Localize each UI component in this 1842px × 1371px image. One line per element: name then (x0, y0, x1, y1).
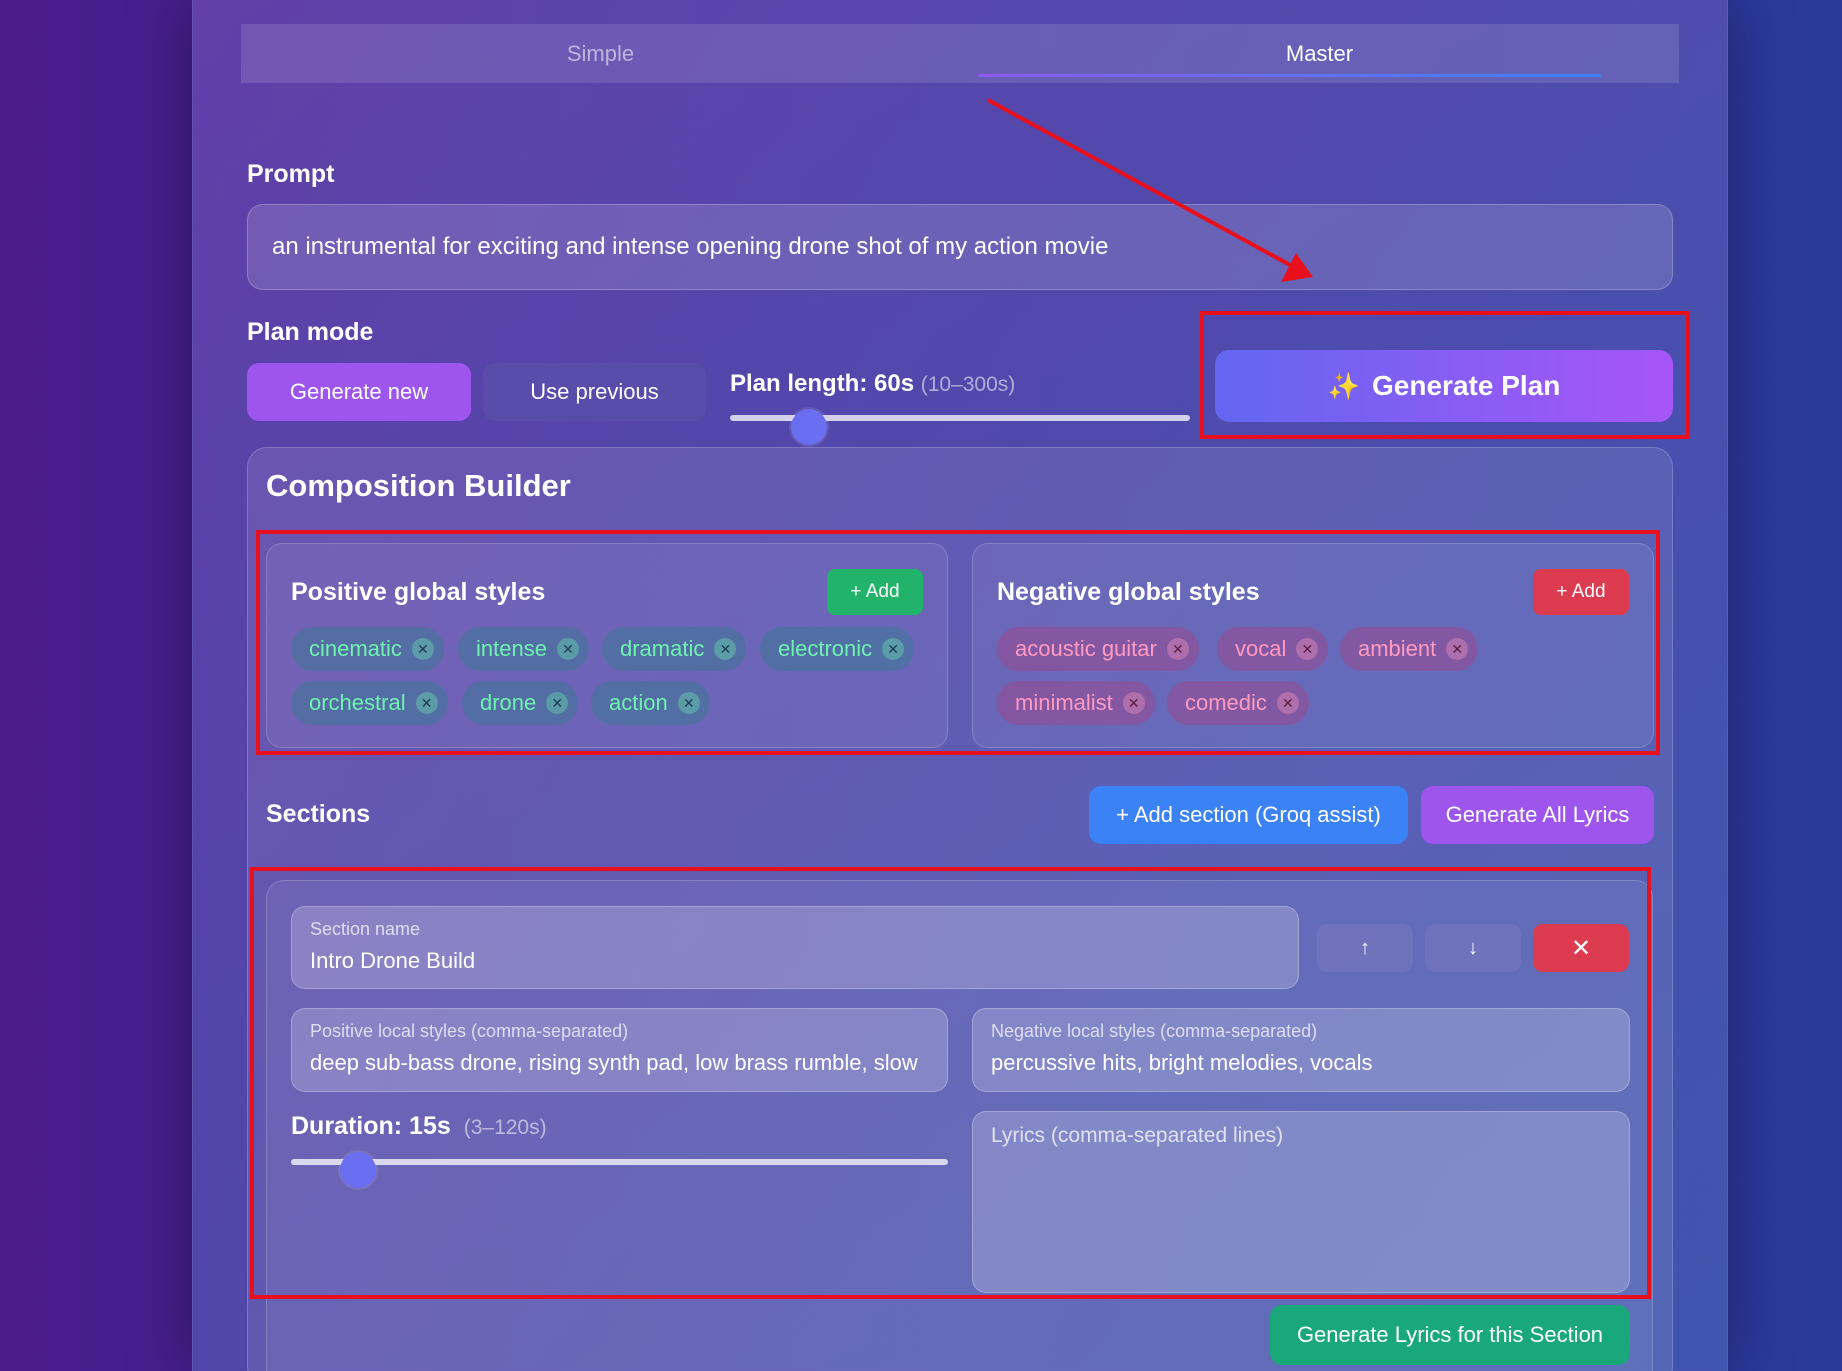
positive-tag: cinematic ✕ (291, 627, 444, 671)
remove-tag-icon[interactable]: ✕ (411, 638, 434, 660)
tag-label: minimalist (1015, 690, 1113, 715)
duration-label: Duration: 15s (3–120s) (291, 1112, 547, 1141)
remove-tag-icon[interactable]: ✕ (556, 638, 579, 660)
duration-value: Duration: 15s (291, 1112, 451, 1140)
close-icon: ✕ (1570, 934, 1592, 962)
positive-tag: electronic ✕ (760, 627, 915, 671)
negative-tag: comedic ✕ (1167, 681, 1309, 725)
tab-simple[interactable]: Simple (241, 24, 960, 83)
generate-plan-button[interactable]: ✨ Generate Plan (1215, 350, 1673, 422)
delete-section-button[interactable]: ✕ (1533, 924, 1629, 972)
negative-styles-title: Negative global styles (997, 578, 1260, 606)
negative-tag: ambient ✕ (1340, 627, 1479, 671)
plan-length-range: (10–300s) (920, 373, 1016, 396)
negative-tag: acoustic guitar ✕ (997, 627, 1199, 671)
sparkles-icon: ✨ (1327, 370, 1361, 401)
arrow-up-icon: ↑ (1360, 936, 1370, 959)
tag-label: intense (476, 636, 547, 661)
positive-styles-title: Positive global styles (291, 578, 546, 606)
positive-local-styles-field[interactable]: Positive local styles (comma-separated) … (291, 1008, 948, 1092)
prompt-label: Prompt (247, 160, 335, 188)
generate-plan-label: Generate Plan (1372, 370, 1561, 401)
remove-tag-icon[interactable]: ✕ (1122, 692, 1145, 714)
duration-slider[interactable] (291, 1159, 948, 1165)
negative-local-styles-field[interactable]: Negative local styles (comma-separated) … (972, 1008, 1630, 1092)
remove-tag-icon[interactable]: ✕ (714, 638, 737, 660)
tag-label: electronic (778, 636, 873, 661)
add-section-button[interactable]: + Add section (Groq assist) (1089, 786, 1408, 844)
use-previous-button[interactable]: Use previous (483, 363, 706, 421)
tag-label: ambient (1358, 636, 1437, 661)
positive-local-styles-label: Positive local styles (comma-separated) (310, 1021, 629, 1041)
generate-new-button[interactable]: Generate new (247, 363, 471, 421)
tag-label: comedic (1185, 690, 1267, 715)
plan-length-label: Plan length: 60s (10–300s) (730, 370, 1015, 398)
positive-tag: action ✕ (591, 681, 710, 725)
plan-mode-label: Plan mode (247, 318, 374, 346)
positive-tag: intense ✕ (458, 627, 589, 671)
tag-label: action (609, 690, 668, 715)
prompt-input[interactable]: an instrumental for exciting and intense… (247, 204, 1673, 290)
add-positive-style-button[interactable]: + Add (827, 569, 923, 615)
negative-local-styles-value: percussive hits, bright melodies, vocals (991, 1050, 1373, 1075)
sections-label: Sections (266, 800, 371, 828)
arrow-down-icon: ↓ (1468, 936, 1478, 959)
remove-tag-icon[interactable]: ✕ (1446, 638, 1469, 660)
lyrics-placeholder: Lyrics (comma-separated lines) (991, 1124, 1284, 1147)
negative-tag: minimalist ✕ (997, 681, 1155, 725)
tag-label: cinematic (309, 636, 402, 661)
move-up-button[interactable]: ↑ (1317, 924, 1413, 972)
lyrics-textarea[interactable]: Lyrics (comma-separated lines) (972, 1111, 1630, 1293)
positive-tag: orchestral ✕ (291, 681, 448, 725)
remove-tag-icon[interactable]: ✕ (415, 692, 438, 714)
remove-tag-icon[interactable]: ✕ (546, 692, 569, 714)
generate-all-lyrics-button[interactable]: Generate All Lyrics (1421, 786, 1654, 844)
section-name-field[interactable]: Section name Intro Drone Build (291, 906, 1299, 989)
tab-master[interactable]: Master (960, 24, 1679, 83)
tag-label: vocal (1235, 636, 1287, 661)
tag-label: drone (480, 690, 537, 715)
positive-local-styles-value: deep sub-bass drone, rising synth pad, l… (310, 1050, 918, 1075)
negative-tag: vocal ✕ (1217, 627, 1329, 671)
remove-tag-icon[interactable]: ✕ (882, 638, 905, 660)
tag-label: orchestral (309, 690, 406, 715)
positive-tag: drone ✕ (462, 681, 579, 725)
section-name-label: Section name (310, 919, 421, 939)
move-down-button[interactable]: ↓ (1425, 924, 1521, 972)
duration-range: (3–120s) (463, 1116, 547, 1139)
mode-tabs: Simple Master (241, 24, 1679, 83)
remove-tag-icon[interactable]: ✕ (1296, 638, 1319, 660)
tag-label: acoustic guitar (1015, 636, 1157, 661)
section-name-value: Intro Drone Build (310, 948, 476, 973)
remove-tag-icon[interactable]: ✕ (1276, 692, 1299, 714)
add-negative-style-button[interactable]: + Add (1533, 569, 1629, 615)
remove-tag-icon[interactable]: ✕ (677, 692, 700, 714)
plan-length-value: Plan length: 60s (730, 370, 915, 397)
tag-label: dramatic (620, 636, 705, 661)
generate-section-lyrics-button[interactable]: Generate Lyrics for this Section (1270, 1305, 1630, 1365)
composition-builder-title: Composition Builder (266, 468, 571, 503)
negative-local-styles-label: Negative local styles (comma-separated) (991, 1021, 1318, 1041)
positive-tag: dramatic ✕ (602, 627, 747, 671)
remove-tag-icon[interactable]: ✕ (1166, 638, 1189, 660)
